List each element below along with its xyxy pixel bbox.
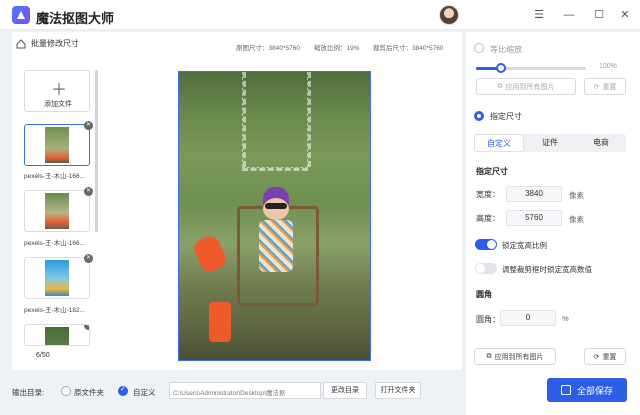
thumbnail-image bbox=[45, 193, 69, 229]
plus-icon: ＋ bbox=[51, 82, 68, 99]
boot-shape bbox=[191, 233, 229, 275]
file-name: pexels-王-木山-166... bbox=[24, 240, 86, 247]
height-unit: 像素 bbox=[569, 215, 584, 224]
thumbnail-scrollbar[interactable] bbox=[95, 70, 98, 232]
app-title: 魔法抠图大师 bbox=[36, 11, 115, 26]
remove-icon[interactable]: ✕ bbox=[84, 254, 93, 263]
proportional-scale-radio[interactable] bbox=[474, 43, 484, 53]
dress-shape bbox=[259, 220, 293, 272]
save-all-label: 全部保存 bbox=[576, 385, 613, 396]
add-file-button[interactable]: ＋ 添加文件 bbox=[24, 70, 90, 112]
specify-size-label[interactable]: 指定尺寸 bbox=[490, 111, 522, 122]
output-path-input[interactable]: C:\Users\Administrator\Desktop\魔法抠 bbox=[169, 382, 321, 399]
apply-all-button-disabled: ⧉ 应用到所有图片 bbox=[476, 78, 576, 95]
save-all-button[interactable]: 全部保存 bbox=[547, 378, 627, 402]
refresh-icon: ⟳ bbox=[593, 83, 600, 91]
file-thumb-2[interactable]: ✕ bbox=[24, 187, 93, 232]
settings-panel: 等比缩放 100% ⧉ 应用到所有图片 ⟳ 重置 指定尺寸 自定义 证件 电商 … bbox=[466, 32, 640, 415]
width-unit: 像素 bbox=[569, 191, 584, 200]
crop-guide-line bbox=[307, 72, 311, 167]
remove-icon[interactable]: ✕ bbox=[84, 121, 93, 130]
height-label: 高度： bbox=[476, 214, 500, 223]
scale-slider-knob[interactable] bbox=[496, 63, 507, 73]
custom-folder-label[interactable]: 自定义 bbox=[133, 387, 156, 398]
apply-all-button[interactable]: ⧉ 应用到所有图片 bbox=[474, 348, 556, 365]
proportional-scale-label[interactable]: 等比缩放 bbox=[490, 44, 522, 55]
crop-lock-label: 调整裁剪框时锁定宽高数值 bbox=[502, 265, 592, 274]
corner-section-title: 圆角 bbox=[476, 290, 492, 299]
reset-button-disabled: ⟳ 重置 bbox=[584, 78, 626, 95]
sunglasses-shape bbox=[265, 203, 287, 209]
maximize-icon[interactable]: ☐ bbox=[592, 8, 606, 22]
source-folder-radio[interactable] bbox=[61, 386, 71, 396]
boot-shape bbox=[209, 302, 231, 342]
corner-label: 圆角： bbox=[476, 315, 500, 324]
cropped-size-text: 裁剪后尺寸：3840*5760 bbox=[373, 45, 444, 52]
crop-guide-line bbox=[242, 72, 246, 167]
face-shape bbox=[263, 198, 289, 220]
file-count: 6/50 bbox=[36, 352, 50, 359]
corner-unit: % bbox=[562, 314, 569, 323]
thumbnail-image bbox=[45, 327, 69, 345]
original-size-text: 原图尺寸：3840*5760 bbox=[236, 45, 300, 52]
output-bar: 输出目录: 原文件夹 自定义 C:\Users\Administrator\De… bbox=[12, 376, 462, 406]
refresh-icon: ⟳ bbox=[593, 353, 600, 361]
lock-ratio-toggle[interactable] bbox=[475, 239, 497, 250]
output-label: 输出目录: bbox=[12, 388, 45, 397]
reset-button[interactable]: ⟳ 重置 bbox=[584, 348, 626, 365]
home-icon bbox=[16, 38, 26, 48]
remove-icon[interactable]: ✕ bbox=[84, 187, 93, 196]
breadcrumb-label: 批量修改尺寸 bbox=[31, 39, 79, 48]
reset-label: 重置 bbox=[602, 353, 617, 361]
menu-icon[interactable]: ☰ bbox=[532, 8, 546, 22]
minimize-icon[interactable]: — bbox=[562, 8, 576, 22]
tab-custom[interactable]: 自定义 bbox=[474, 134, 524, 152]
breadcrumb[interactable]: 批量修改尺寸 bbox=[16, 38, 79, 49]
remove-icon[interactable]: ✕ bbox=[84, 325, 89, 330]
reset-label: 重置 bbox=[602, 83, 617, 91]
thumbnail-image bbox=[45, 127, 69, 163]
crop-lock-toggle[interactable] bbox=[475, 263, 497, 274]
copy-icon: ⧉ bbox=[497, 82, 503, 90]
change-directory-button[interactable]: 更改目录 bbox=[323, 382, 367, 399]
width-label: 宽度： bbox=[476, 190, 500, 199]
lock-ratio-label: 锁定宽高比例 bbox=[502, 241, 547, 250]
corner-input[interactable]: 0 bbox=[500, 310, 556, 326]
apply-all-label: 应用到所有图片 bbox=[505, 83, 555, 91]
open-folder-button[interactable]: 打开文件夹 bbox=[375, 382, 421, 399]
file-name: pexels-王-木山-182... bbox=[24, 307, 86, 314]
tab-id-photo[interactable]: 证件 bbox=[524, 134, 576, 152]
file-thumb-4[interactable]: ✕ bbox=[24, 324, 90, 346]
scale-ratio-text: 缩放比例：19% bbox=[314, 45, 360, 52]
tab-ecommerce[interactable]: 电商 bbox=[576, 134, 626, 152]
title-bar: 魔法抠图大师 ☰ — ☐ ✕ bbox=[0, 0, 640, 30]
apply-all-label: 应用到所有图片 bbox=[494, 353, 544, 361]
crop-guide-line bbox=[242, 167, 308, 171]
file-name: pexels-王-木山-166... bbox=[24, 173, 86, 180]
user-avatar[interactable] bbox=[439, 5, 459, 25]
close-icon[interactable]: ✕ bbox=[618, 8, 632, 22]
custom-folder-radio[interactable] bbox=[118, 385, 128, 396]
specify-size-radio[interactable] bbox=[474, 111, 484, 121]
size-preset-tabs: 自定义 证件 电商 bbox=[474, 134, 626, 152]
width-input[interactable]: 3840 bbox=[506, 186, 562, 202]
file-thumb-1[interactable]: ✕ bbox=[24, 121, 93, 166]
thumbnail-image bbox=[45, 260, 69, 296]
height-input[interactable]: 5760 bbox=[506, 210, 562, 226]
save-icon bbox=[560, 385, 571, 395]
scale-slider[interactable] bbox=[476, 63, 586, 73]
source-folder-label[interactable]: 原文件夹 bbox=[74, 387, 104, 398]
copy-icon: ⧉ bbox=[486, 352, 492, 360]
size-section-title: 指定尺寸 bbox=[476, 167, 508, 176]
scale-value: 100% bbox=[599, 63, 617, 70]
app-logo-icon bbox=[12, 6, 30, 24]
file-thumb-3[interactable]: ✕ bbox=[24, 254, 93, 299]
image-preview[interactable] bbox=[178, 71, 371, 361]
add-file-label: 添加文件 bbox=[44, 101, 72, 108]
